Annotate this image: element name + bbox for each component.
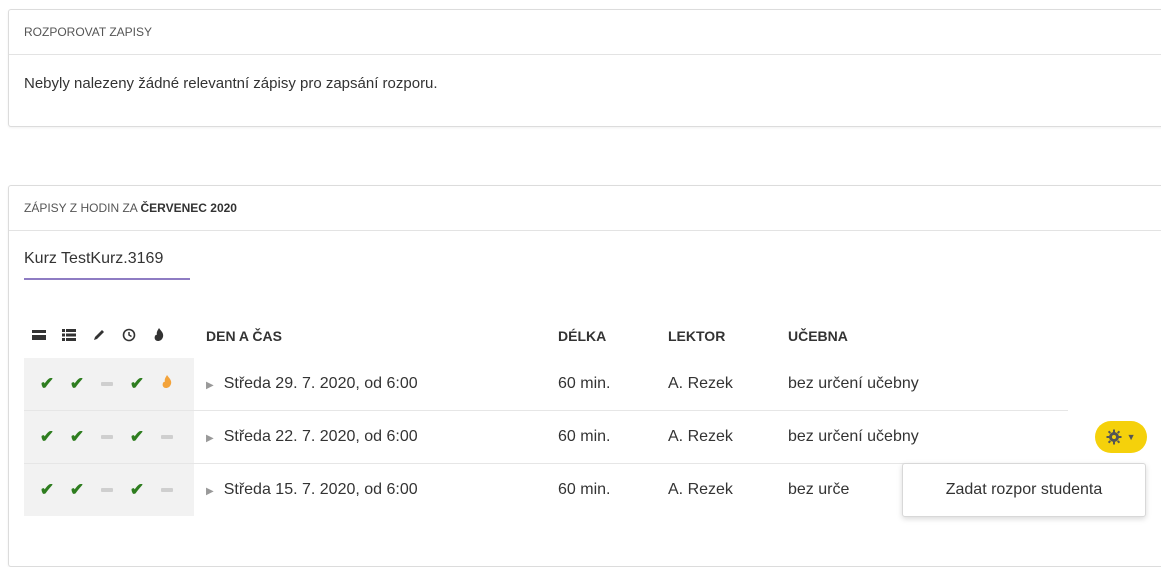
caret-right-icon[interactable]: ▶ bbox=[206, 433, 214, 444]
menu-item-contest-student[interactable]: Zadat rozpor studenta bbox=[903, 464, 1145, 516]
column-den: DEN A ČAS bbox=[206, 328, 282, 344]
lesson-day-text: Středa 15. 7. 2020, od 6:00 bbox=[223, 481, 418, 498]
lesson-room: bez určení učebny bbox=[788, 410, 1068, 464]
flame-icon bbox=[152, 358, 194, 411]
row-actions-menu: Zadat rozpor studenta bbox=[902, 463, 1146, 517]
dash-icon bbox=[92, 358, 122, 411]
contest-panel: ROZPOROVAT ZAPISY Nebyly nalezeny žádné … bbox=[8, 9, 1161, 127]
caret-right-icon[interactable]: ▶ bbox=[206, 380, 214, 391]
lesson-day[interactable]: ▶ Středa 22. 7. 2020, od 6:00 bbox=[194, 410, 558, 464]
check-icon: ✔ bbox=[24, 463, 62, 516]
table-row[interactable]: ✔ ✔ ✔ ▶ Středa 29. 7. 2020, od 6:00 60 mi… bbox=[24, 358, 1068, 411]
check-icon: ✔ bbox=[62, 463, 92, 516]
check-icon: ✔ bbox=[62, 410, 92, 464]
check-icon: ✔ bbox=[122, 410, 152, 464]
column-lektor: LEKTOR bbox=[668, 328, 726, 344]
lessons-title-prefix: ZÁPISY Z HODIN ZA bbox=[24, 201, 138, 215]
lesson-lector: A. Rezek bbox=[668, 463, 788, 516]
lessons-title-month: ČERVENEC 2020 bbox=[140, 201, 237, 215]
caret-right-icon[interactable]: ▶ bbox=[206, 486, 214, 497]
lesson-lector: A. Rezek bbox=[668, 410, 788, 464]
lesson-day[interactable]: ▶ Středa 15. 7. 2020, od 6:00 bbox=[194, 463, 558, 516]
clock-icon bbox=[122, 314, 152, 358]
card-icon bbox=[24, 314, 62, 358]
dash-icon bbox=[92, 463, 122, 516]
row-actions-button[interactable]: ▼ bbox=[1095, 421, 1147, 453]
check-icon: ✔ bbox=[122, 463, 152, 516]
list-icon bbox=[62, 314, 92, 358]
lessons-panel-title: ZÁPISY Z HODIN ZA ČERVENEC 2020 bbox=[9, 186, 1161, 231]
lesson-lector: A. Rezek bbox=[668, 375, 733, 392]
chevron-down-icon: ▼ bbox=[1126, 432, 1136, 443]
lesson-day-text: Středa 29. 7. 2020, od 6:00 bbox=[223, 375, 418, 392]
table-header-row: DEN A ČAS DÉLKA LEKTOR UČEBNA bbox=[24, 314, 1068, 358]
dash-icon bbox=[152, 410, 194, 464]
dash-icon bbox=[152, 463, 194, 516]
column-delka: DÉLKA bbox=[558, 328, 607, 344]
check-icon: ✔ bbox=[62, 358, 92, 411]
lesson-length: 60 min. bbox=[558, 410, 668, 464]
table-row[interactable]: ✔ ✔ ✔ ▶ Středa 22. 7. 2020, od 6:00 60 mi… bbox=[24, 410, 1068, 464]
pencil-icon bbox=[92, 314, 122, 358]
gear-icon bbox=[1106, 428, 1126, 445]
check-icon: ✔ bbox=[24, 358, 62, 411]
check-icon: ✔ bbox=[122, 358, 152, 411]
tab-course[interactable]: Kurz TestKurz.3169 bbox=[24, 250, 190, 280]
lesson-length: 60 min. bbox=[558, 375, 611, 392]
lesson-length: 60 min. bbox=[558, 463, 668, 516]
flame-icon bbox=[152, 314, 194, 358]
lesson-day[interactable]: ▶ Středa 29. 7. 2020, od 6:00 bbox=[194, 358, 558, 411]
lesson-room: bez určení učebny bbox=[788, 375, 919, 392]
contest-panel-title: ROZPOROVAT ZAPISY bbox=[9, 10, 1161, 55]
dash-icon bbox=[92, 410, 122, 464]
column-ucebna: UČEBNA bbox=[788, 328, 848, 344]
no-records-message: Nebyly nalezeny žádné relevantní zápisy … bbox=[24, 75, 438, 92]
check-icon: ✔ bbox=[24, 410, 62, 464]
lesson-day-text: Středa 22. 7. 2020, od 6:00 bbox=[223, 428, 418, 445]
